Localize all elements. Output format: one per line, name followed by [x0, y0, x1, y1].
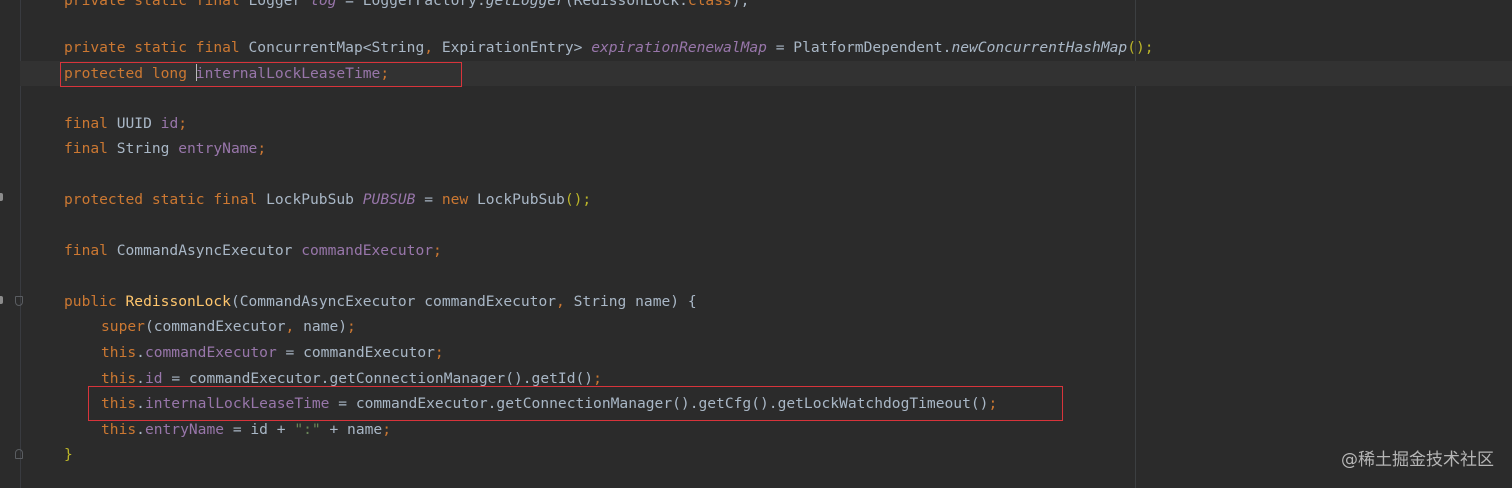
keyword: super — [101, 318, 145, 335]
keyword: this — [101, 421, 137, 438]
keyword: private static final — [64, 0, 249, 9]
field-name: entryName — [178, 140, 258, 157]
code-line[interactable]: protected long internalLockLeaseTime; — [64, 61, 389, 86]
keyword: public — [64, 293, 126, 310]
code-line[interactable]: protected static final LockPubSub PUBSUB… — [64, 187, 591, 212]
string-literal: ":" — [294, 421, 321, 438]
code-line[interactable]: this.entryName = id + ":" + name; — [101, 417, 391, 442]
code-line[interactable]: } — [64, 442, 73, 467]
code-line[interactable]: final UUID id; — [64, 111, 187, 136]
field-name: commandExecutor — [301, 242, 434, 259]
field-name: internalLockLeaseTime — [144, 395, 330, 412]
code-line[interactable]: this.internalLockLeaseTime = commandExec… — [101, 391, 997, 416]
code-line[interactable]: super(commandExecutor, name); — [101, 314, 356, 339]
field-name: entryName — [144, 421, 225, 438]
field-name: internalLockLeaseTime — [195, 65, 381, 82]
field-name: log — [310, 0, 337, 9]
code-line[interactable]: this.id = commandExecutor.getConnectionM… — [101, 366, 602, 391]
method-name: RedissonLock — [125, 293, 231, 310]
keyword: final — [64, 242, 117, 259]
code-line[interactable]: final CommandAsyncExecutor commandExecut… — [64, 238, 442, 263]
keyword: protected static final — [64, 191, 267, 208]
watermark: @稀土掘金技术社区 — [1341, 450, 1494, 470]
method-call: newConcurrentHashMap — [951, 39, 1128, 56]
field-name: expirationRenewalMap — [591, 39, 767, 56]
code-editor[interactable]: private static final Logger log = Logger… — [0, 0, 1512, 488]
keyword: final — [64, 115, 117, 132]
field-name: PUBSUB — [362, 191, 416, 208]
code-line[interactable]: final String entryName; — [64, 136, 266, 161]
keyword: this — [101, 370, 137, 387]
code-line[interactable]: private static final Logger log = Logger… — [64, 0, 749, 13]
code-line[interactable]: this.commandExecutor = commandExecutor; — [101, 340, 444, 365]
keyword: final — [64, 140, 117, 157]
keyword: protected long — [64, 65, 196, 82]
gutter-marker-icon[interactable] — [0, 296, 3, 304]
fold-toggle-icon[interactable] — [15, 296, 23, 306]
gutter-marker-icon[interactable] — [0, 193, 3, 201]
field-name: id — [160, 115, 179, 132]
field-name: commandExecutor — [144, 344, 277, 361]
fold-toggle-icon[interactable] — [15, 449, 23, 459]
code-line[interactable]: public RedissonLock(CommandAsyncExecutor… — [64, 289, 697, 314]
keyword: private static final — [64, 39, 249, 56]
keyword: this — [101, 395, 137, 412]
field-name: id — [144, 370, 163, 387]
keyword: this — [101, 344, 137, 361]
code-line[interactable]: private static final ConcurrentMap<Strin… — [64, 35, 1154, 60]
